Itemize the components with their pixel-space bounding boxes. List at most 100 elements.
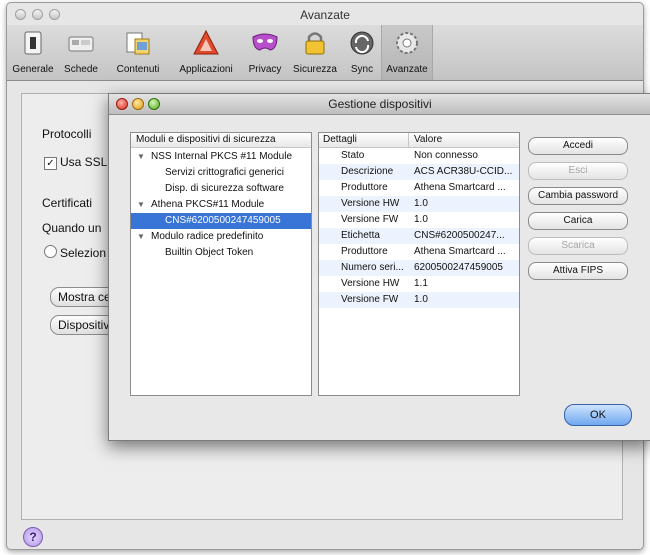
tree-item-disp-sicurezza[interactable]: Disp. di sicurezza software — [131, 181, 311, 197]
details-header-key: Dettagli — [323, 134, 357, 145]
tree-item-servizi[interactable]: Servizi crittografici generici — [131, 165, 311, 181]
tab-applicazioni-label: Applicazioni — [179, 64, 233, 75]
details-value: 1.0 — [414, 294, 428, 305]
disclosure-triangle-icon[interactable]: ▼ — [137, 229, 145, 245]
selezion-label: Selezion — [60, 246, 107, 260]
security-lock-icon — [305, 32, 325, 55]
tree-item-nss-internal[interactable]: ▼ NSS Internal PKCS #11 Module — [131, 149, 311, 165]
details-key: Versione HW — [341, 278, 400, 289]
tab-avanzate[interactable]: Avanzate — [381, 25, 433, 80]
tab-generale-label: Generale — [12, 64, 54, 75]
tab-avanzate-label: Avanzate — [386, 64, 428, 75]
advanced-gear-icon — [396, 32, 418, 54]
details-key: Descrizione — [341, 166, 394, 177]
details-key: Stato — [341, 150, 365, 161]
details-key: Produttore — [341, 182, 388, 193]
details-value: Athena Smartcard ... — [414, 246, 506, 257]
tab-privacy[interactable]: Privacy — [243, 25, 287, 80]
details-value: 1.0 — [414, 198, 428, 209]
esci-button[interactable]: Esci — [528, 162, 628, 180]
sync-icon — [350, 31, 374, 55]
details-value: CNS#6200500247... — [414, 230, 505, 241]
tree-item-label: Modulo radice predefinito — [151, 231, 264, 242]
ok-button[interactable]: OK — [564, 404, 632, 426]
tree-item-modulo-radice[interactable]: ▼ Modulo radice predefinito — [131, 229, 311, 245]
tab-contenuti[interactable]: Contenuti — [109, 25, 167, 80]
tree-header-label: Moduli e dispositivi di sicurezza — [136, 134, 276, 145]
details-value: 6200500247459005 — [414, 262, 503, 273]
tree-item-label: CNS#6200500247459005 — [165, 215, 281, 226]
tree-header: Moduli e dispositivi di sicurezza — [131, 133, 311, 148]
details-row: Versione FW 1.0 — [319, 292, 519, 308]
usa-ssl-label: Usa SSL — [60, 155, 108, 169]
content-icon — [126, 32, 150, 55]
details-row: Produttore Athena Smartcard ... — [319, 244, 519, 260]
details-value: 1.1 — [414, 278, 428, 289]
details-key: Etichetta — [341, 230, 380, 241]
details-value: 1.0 — [414, 214, 428, 225]
dialog-titlebar: Gestione dispositivi — [109, 94, 650, 115]
tree-item-builtin[interactable]: Builtin Object Token — [131, 245, 311, 261]
help-button[interactable]: ? — [23, 527, 43, 547]
accedi-button[interactable]: Accedi — [528, 137, 628, 155]
carica-button[interactable]: Carica — [528, 212, 628, 230]
section-protocolli: Protocolli — [42, 127, 92, 141]
radio-icon — [44, 245, 57, 258]
tree-item-label: Disp. di sicurezza software — [165, 183, 284, 194]
details-value: Non connesso — [414, 150, 478, 161]
disclosure-triangle-icon[interactable]: ▼ — [137, 197, 145, 213]
selezion-radio[interactable]: Selezion — [44, 245, 106, 260]
details-row: Versione HW 1.0 — [319, 196, 519, 212]
details-header-value: Valore — [414, 134, 443, 145]
details-row: Numero seri... 6200500247459005 — [319, 260, 519, 276]
tree-item-athena[interactable]: ▼ Athena PKCS#11 Module — [131, 197, 311, 213]
disclosure-triangle-icon[interactable]: ▼ — [137, 149, 145, 165]
cambia-password-button[interactable]: Cambia password — [528, 187, 628, 205]
tab-generale[interactable]: Generale — [10, 25, 56, 80]
details-row: Produttore Athena Smartcard ... — [319, 180, 519, 196]
general-switch-icon — [24, 31, 42, 55]
checkmark-icon: ✓ — [44, 157, 57, 170]
details-value: Athena Smartcard ... — [414, 182, 506, 193]
usa-ssl-checkbox[interactable]: ✓ Usa SSL — [44, 155, 107, 170]
details-key: Versione FW — [341, 214, 399, 225]
details-row: Versione FW 1.0 — [319, 212, 519, 228]
dialog-title: Gestione dispositivi — [328, 97, 432, 111]
details-key: Versione FW — [341, 294, 399, 305]
window-titlebar: Avanzate — [7, 3, 643, 25]
tree-item-label: NSS Internal PKCS #11 Module — [151, 151, 293, 162]
device-manager-dialog: Gestione dispositivi Moduli e dispositiv… — [108, 93, 650, 441]
details-value: ACS ACR38U-CCID... — [414, 166, 513, 177]
details-key: Numero seri... — [341, 262, 404, 273]
tree-item-cns[interactable]: CNS#6200500247459005 — [131, 213, 311, 229]
attiva-fips-button[interactable]: Attiva FIPS — [528, 262, 628, 280]
tab-schede-label: Schede — [64, 64, 98, 75]
details-row: Descrizione ACS ACR38U-CCID... — [319, 164, 519, 180]
window-title: Avanzate — [300, 8, 350, 22]
tab-sicurezza[interactable]: Sicurezza — [289, 25, 341, 80]
applications-icon — [193, 29, 219, 55]
section-certificati: Certificati — [42, 196, 93, 210]
scarica-button[interactable]: Scarica — [528, 237, 628, 255]
column-divider — [408, 133, 409, 147]
tab-sync-label: Sync — [350, 64, 374, 75]
details-row: Etichetta CNS#6200500247... — [319, 228, 519, 244]
details-row: Stato Non connesso — [319, 148, 519, 164]
tree-item-label: Servizi crittografici generici — [165, 167, 284, 178]
details-key: Produttore — [341, 246, 388, 257]
privacy-mask-icon — [252, 33, 278, 51]
details-row: Versione HW 1.1 — [319, 276, 519, 292]
tab-applicazioni[interactable]: Applicazioni — [171, 25, 241, 80]
modules-tree[interactable]: Moduli e dispositivi di sicurezza ▼ NSS … — [130, 132, 312, 396]
details-header: Dettagli Valore — [319, 133, 519, 148]
tree-item-label: Builtin Object Token — [165, 247, 254, 258]
tab-sicurezza-label: Sicurezza — [293, 64, 337, 75]
quando-un-label: Quando un — [42, 221, 102, 235]
details-key: Versione HW — [341, 198, 400, 209]
tree-item-label: Athena PKCS#11 Module — [151, 199, 265, 210]
tab-schede[interactable]: Schede — [59, 25, 103, 80]
details-table[interactable]: Dettagli Valore Stato Non connesso Descri… — [318, 132, 520, 396]
preferences-toolbar: Generale Schede Contenuti Applicazioni P… — [7, 25, 643, 81]
tab-sync[interactable]: Sync — [344, 25, 380, 80]
tab-contenuti-label: Contenuti — [116, 64, 160, 75]
